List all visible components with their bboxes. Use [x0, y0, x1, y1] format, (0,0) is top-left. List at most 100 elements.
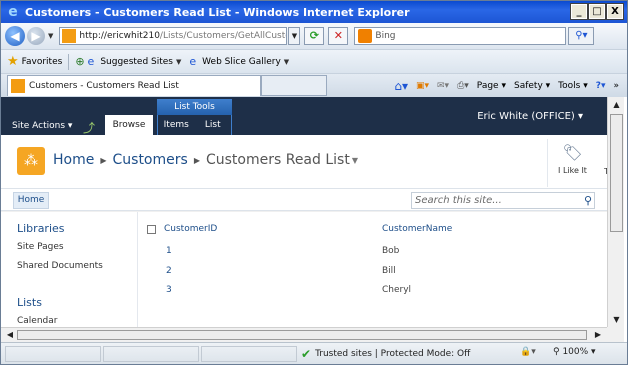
safety-menu-label: Safety — [513, 81, 543, 91]
horizontal-scrollbar[interactable]: ◀ ▶ — [1, 327, 607, 342]
browser-tab[interactable]: Customers - Customers Read List — [7, 75, 261, 96]
tab-browse[interactable]: Browse — [105, 115, 153, 135]
user-name: Eric White (OFFICE) — [477, 111, 575, 122]
tools-menu-label: Tools — [558, 81, 581, 91]
view-dropdown-icon[interactable]: ▼ — [352, 156, 358, 165]
bing-logo-icon — [358, 29, 373, 43]
site-logo-icon[interactable]: ⁂ — [17, 147, 45, 175]
minimize-button[interactable]: _ — [570, 3, 588, 20]
site-actions-label: Site Actions — [12, 121, 66, 131]
chevron-down-icon[interactable]: ▼ — [284, 58, 289, 66]
vertical-scrollbar[interactable]: ▲ ▼ — [607, 97, 624, 327]
table-cell-name: Bill — [382, 266, 396, 276]
tab-list[interactable]: List — [195, 115, 232, 135]
address-field[interactable]: http://ericwhit210/Lists/Customers/GetAl… — [59, 27, 288, 45]
lists-heading[interactable]: Lists — [17, 296, 42, 309]
scroll-thumb[interactable] — [610, 114, 623, 232]
scroll-thumb[interactable] — [17, 330, 587, 340]
favorites-button[interactable]: Favorites — [22, 57, 63, 67]
search-icon[interactable]: ⚲ — [584, 193, 592, 208]
forward-button[interactable]: ▶ — [27, 27, 45, 45]
quick-launch-item[interactable]: Calendar — [17, 316, 57, 326]
scroll-up-icon[interactable]: ▲ — [609, 97, 624, 112]
address-dropdown-icon[interactable]: ▼ — [288, 27, 301, 45]
site-search-input[interactable]: Search this site... ⚲ — [411, 192, 595, 209]
window-controls: _ □ X — [570, 3, 624, 20]
protected-mode-icon[interactable]: 🔒▾ — [520, 347, 536, 357]
quick-launch-item[interactable]: Site Pages — [17, 242, 64, 252]
zoom-control[interactable]: ⚲ 100% ▾ — [553, 347, 596, 357]
suggested-sites-link[interactable]: Suggested Sites — [100, 57, 173, 67]
breadcrumb-view[interactable]: Customers Read List — [206, 152, 350, 168]
url-host: http://ericwhit210 — [79, 31, 160, 41]
help-icon[interactable]: ?▾ — [596, 81, 606, 91]
mail-icon[interactable]: ✉▾ — [437, 81, 449, 91]
column-header-customername[interactable]: CustomerName — [382, 224, 452, 234]
refresh-icon[interactable]: ⟳ — [304, 27, 325, 45]
window-title: Customers - Customers Read List - Window… — [25, 5, 410, 19]
search-box[interactable]: Bing — [354, 27, 567, 45]
favorites-bar: ★ Favorites ⊕ e Suggested Sites ▼ e Web … — [1, 49, 627, 73]
tab-favicon-icon — [11, 79, 25, 93]
web-slice-gallery-link[interactable]: Web Slice Gallery — [202, 57, 281, 67]
tag-icon: 🏷 — [562, 143, 583, 162]
scroll-right-icon[interactable]: ▶ — [591, 328, 605, 342]
home-icon[interactable]: ⌂▾ — [394, 79, 408, 93]
libraries-heading[interactable]: Libraries — [17, 222, 65, 235]
page-favicon-icon — [62, 29, 77, 43]
search-button[interactable]: ⚲▾ — [568, 27, 595, 45]
checkmark-icon: ✔ — [301, 347, 312, 361]
page-menu-label: Page — [476, 81, 499, 91]
breadcrumb-home[interactable]: Home — [53, 152, 94, 168]
scroll-left-icon[interactable]: ◀ — [3, 328, 17, 342]
status-cell — [201, 346, 297, 362]
table-cell-id[interactable]: 2 — [166, 266, 172, 276]
page-menu[interactable]: Page ▾ — [477, 81, 506, 91]
stop-icon[interactable]: ✕ — [328, 27, 349, 45]
quick-launch-item[interactable]: Shared Documents — [17, 261, 103, 271]
print-icon[interactable]: ⎙▾ — [457, 81, 469, 91]
sharepoint-ribbon: Site Actions ▾ ⤴ List Tools Browse Items… — [1, 97, 607, 135]
chevron-down-icon[interactable]: ▼ — [176, 58, 181, 66]
status-cell — [103, 346, 199, 362]
new-tab-button[interactable] — [261, 75, 327, 96]
suggested-sites-icon: e — [87, 55, 95, 68]
list-tools-tabs: Items List — [157, 115, 232, 135]
web-slice-icon: e — [189, 55, 197, 68]
back-button[interactable]: ◀ — [5, 26, 25, 46]
security-zone-label: Trusted sites | Protected Mode: Off — [315, 349, 471, 359]
maximize-button[interactable]: □ — [588, 3, 606, 20]
column-header-customerid[interactable]: CustomerID — [164, 224, 217, 234]
close-button[interactable]: X — [606, 3, 624, 20]
table-cell-name: Cheryl — [382, 285, 412, 295]
status-cell — [5, 346, 101, 362]
command-bar: ⌂▾ ▣▾ ✉▾ ⎙▾ Page ▾ Safety ▾ Tools ▾ ?▾ » — [394, 79, 619, 93]
feeds-icon[interactable]: ▣▾ — [416, 81, 429, 91]
table-cell-id[interactable]: 3 — [166, 285, 172, 295]
page-title-area: ⁂ Home ▶ Customers ▶ Customers Read List… — [1, 135, 609, 189]
site-actions-menu[interactable]: Site Actions ▾ — [12, 121, 72, 131]
safety-menu[interactable]: Safety ▾ — [514, 81, 550, 91]
quick-launch: Libraries Site Pages Shared Documents Li… — [1, 212, 138, 328]
tab-items[interactable]: Items — [158, 115, 195, 135]
zoom-level: 100% — [562, 347, 589, 357]
top-nav-home[interactable]: Home — [13, 192, 49, 209]
add-favorite-icon[interactable]: ⊕ — [75, 55, 84, 68]
breadcrumb-list[interactable]: Customers — [113, 152, 188, 168]
select-all-checkbox[interactable] — [147, 225, 156, 234]
security-zone[interactable]: ✔ Trusted sites | Protected Mode: Off — [301, 346, 470, 362]
more-icon[interactable]: » — [613, 81, 619, 91]
browser-window: e Customers - Customers Read List - Wind… — [0, 0, 628, 365]
i-like-it-button[interactable]: 🏷 I Like It — [547, 139, 597, 187]
table-cell-id[interactable]: 1 — [166, 246, 172, 256]
user-menu[interactable]: Eric White (OFFICE) ▾ — [477, 111, 583, 122]
tab-title: Customers - Customers Read List — [29, 81, 179, 91]
scroll-down-icon[interactable]: ▼ — [609, 312, 624, 327]
favorites-star-icon[interactable]: ★ — [7, 54, 19, 69]
breadcrumb-arrow-icon: ▶ — [100, 155, 107, 165]
tools-menu[interactable]: Tools ▾ — [558, 81, 588, 91]
list-tools-group: List Tools — [157, 99, 232, 115]
navigate-up-icon[interactable]: ⤴ — [83, 119, 95, 136]
history-dropdown-icon[interactable]: ▼ — [48, 32, 53, 40]
title-bar: e Customers - Customers Read List - Wind… — [1, 1, 627, 23]
